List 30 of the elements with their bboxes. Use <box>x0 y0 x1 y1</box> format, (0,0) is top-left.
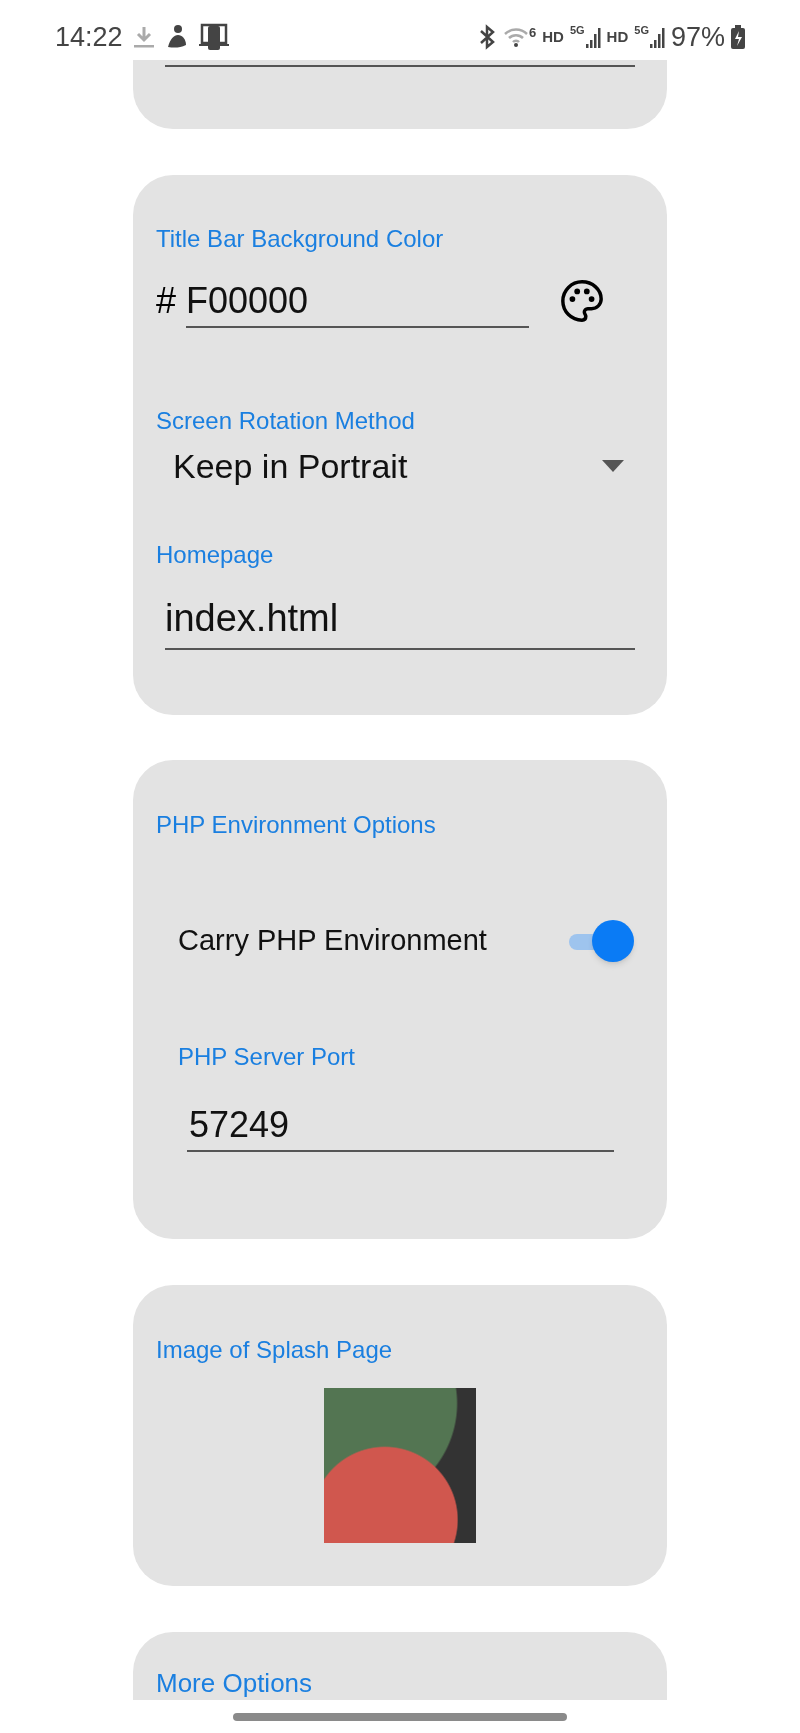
signal-icon <box>584 25 601 49</box>
toggle-label: Carry PHP Environment <box>178 923 487 959</box>
port-input-field[interactable]: 57249 <box>187 1100 614 1152</box>
battery-percent: 97% <box>670 20 725 54</box>
field-label: Title Bar Background Color <box>156 224 445 254</box>
battery-charging-icon <box>731 25 745 49</box>
field-label: PHP Server Port <box>178 1042 356 1072</box>
rotation-dropdown[interactable]: Keep in Portrait <box>156 444 644 488</box>
photo-placeholder[interactable] <box>324 1388 476 1543</box>
field-label: Screen Rotation Method <box>156 406 416 436</box>
dropdown-arrow-icon <box>602 460 624 472</box>
palette-icon[interactable] <box>559 278 606 324</box>
network-type: 5G <box>634 25 649 36</box>
field-label: More Options <box>156 1668 314 1698</box>
home-indicator[interactable] <box>233 1712 567 1721</box>
signal-icon <box>648 25 665 49</box>
field-label: Homepage <box>156 540 275 570</box>
hd-indicator: HD <box>606 26 629 47</box>
wifi-icon <box>503 26 529 48</box>
wifi-standard: 6 <box>529 26 537 39</box>
hash-prefix: # <box>156 279 177 323</box>
color-input-field[interactable]: F00000 <box>186 274 530 328</box>
network-type: 5G <box>569 25 585 36</box>
clock: 14:22 <box>55 20 123 54</box>
field-label: Image of Splash Page <box>156 1335 394 1365</box>
hd-indicator: HD <box>542 26 564 47</box>
field-label: PHP Environment Options <box>156 810 437 840</box>
screen-icon <box>198 22 229 52</box>
homepage-input-field[interactable]: index.html <box>165 590 635 650</box>
download-icon <box>132 25 155 49</box>
